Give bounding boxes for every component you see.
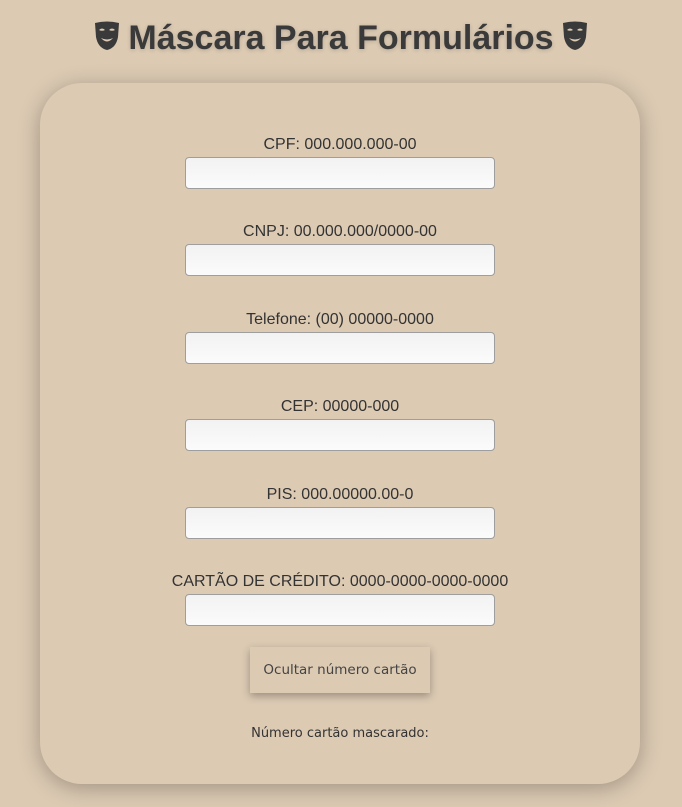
cnpj-label: CNPJ: 00.000.000/0000-00 xyxy=(243,223,437,240)
cnpj-field-group: CNPJ: 00.000.000/0000-00 xyxy=(40,222,640,276)
telefone-label: Telefone: (00) 00000-0000 xyxy=(246,311,434,328)
masked-card-output: Número cartão mascarado: xyxy=(40,726,640,742)
credit-card-input[interactable] xyxy=(185,594,495,626)
form-card: CPF: 000.000.000-00 CNPJ: 00.000.000/000… xyxy=(40,83,640,784)
theater-mask-icon xyxy=(562,21,587,51)
telefone-input[interactable] xyxy=(185,332,495,364)
cnpj-input[interactable] xyxy=(185,244,495,276)
pis-field-group: PIS: 000.00000.00-0 xyxy=(40,485,640,539)
telefone-field-group: Telefone: (00) 00000-0000 xyxy=(40,310,640,364)
pis-input[interactable] xyxy=(185,507,495,539)
cpf-label: CPF: 000.000.000-00 xyxy=(263,136,417,153)
cpf-input[interactable] xyxy=(185,157,495,189)
page-title-text: Máscara Para Formulários xyxy=(128,19,554,57)
hide-card-number-button[interactable]: Ocultar número cartão xyxy=(250,647,430,693)
credit-card-field-group: CARTÃO DE CRÉDITO: 0000-0000-0000-0000 xyxy=(40,572,640,626)
masked-card-label: Número cartão mascarado: xyxy=(251,726,429,741)
credit-card-label: CARTÃO DE CRÉDITO: 0000-0000-0000-0000 xyxy=(171,573,509,590)
pis-label: PIS: 000.00000.00-0 xyxy=(266,486,414,503)
theater-mask-icon xyxy=(95,21,120,51)
cpf-field-group: CPF: 000.000.000-00 xyxy=(40,135,640,189)
cep-field-group: CEP: 00000-000 xyxy=(40,397,640,451)
cep-label: CEP: 00000-000 xyxy=(280,398,400,415)
cep-input[interactable] xyxy=(185,419,495,451)
page-title: Máscara Para Formulários xyxy=(0,16,682,60)
